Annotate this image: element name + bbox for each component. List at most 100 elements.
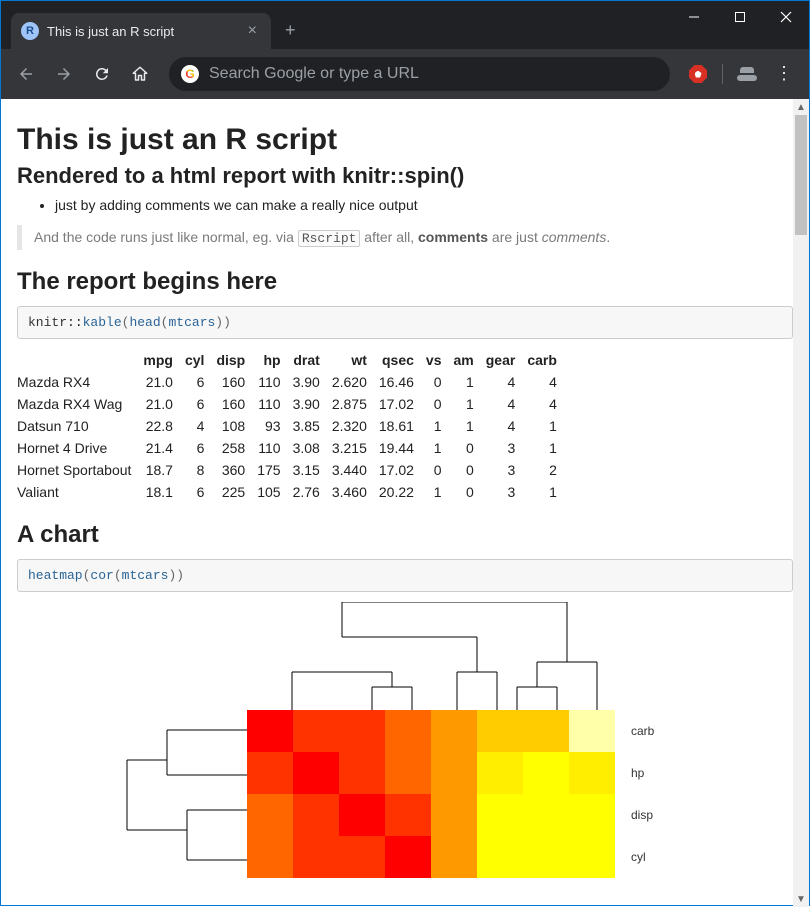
table-cell: 21.4 bbox=[137, 437, 179, 459]
table-header: am bbox=[448, 349, 480, 371]
table-cell: 3.460 bbox=[326, 481, 373, 503]
table-row: Hornet 4 Drive21.462581103.083.21519.441… bbox=[17, 437, 563, 459]
scrollbar-thumb[interactable] bbox=[795, 115, 807, 235]
table-cell: 6 bbox=[179, 393, 210, 415]
table-cell: 6 bbox=[179, 437, 210, 459]
heatmap-cell bbox=[569, 836, 615, 878]
table-cell: 6 bbox=[179, 371, 210, 393]
table-cell: 0 bbox=[420, 371, 448, 393]
scrollbar-track[interactable]: ▲ ▼ bbox=[793, 99, 809, 907]
google-icon: G bbox=[181, 65, 199, 83]
browser-toolbar: G Search Google or type a URL ⋮ bbox=[1, 49, 809, 99]
heatmap-row-label: disp bbox=[623, 794, 654, 836]
table-cell: 4 bbox=[480, 393, 522, 415]
browser-menu-button[interactable]: ⋮ bbox=[775, 70, 793, 77]
heatmap-cell bbox=[431, 794, 477, 836]
table-cell: 18.7 bbox=[137, 459, 179, 481]
table-cell: 21.0 bbox=[137, 393, 179, 415]
page-title: This is just an R script bbox=[17, 123, 793, 157]
table-cell: 2.620 bbox=[326, 371, 373, 393]
scroll-down-arrow-icon[interactable]: ▼ bbox=[793, 891, 809, 907]
bullet-item: just by adding comments we can make a re… bbox=[55, 197, 793, 213]
heatmap-cell bbox=[385, 794, 431, 836]
document-body: This is just an R script Rendered to a h… bbox=[1, 99, 809, 907]
table-cell: 2.76 bbox=[287, 481, 326, 503]
heatmap-cell bbox=[385, 836, 431, 878]
table-cell: 1 bbox=[521, 437, 563, 459]
heatmap-cell bbox=[339, 752, 385, 794]
heatmap-cell bbox=[569, 794, 615, 836]
blockquote: And the code runs just like normal, eg. … bbox=[17, 225, 793, 250]
table-cell: 17.02 bbox=[373, 393, 420, 415]
reload-button[interactable] bbox=[85, 57, 119, 91]
table-cell: 225 bbox=[210, 481, 251, 503]
browser-tab[interactable]: R This is just an R script × bbox=[11, 13, 271, 49]
page-viewport: ▲ ▼ This is just an R script Rendered to… bbox=[1, 99, 809, 907]
mtcars-table: mpgcyldisphpdratwtqsecvsamgearcarb Mazda… bbox=[17, 349, 563, 503]
table-cell: 22.8 bbox=[137, 415, 179, 437]
minimize-button[interactable] bbox=[671, 1, 717, 33]
adblock-extension-icon[interactable] bbox=[688, 64, 708, 84]
heatmap-cell bbox=[477, 752, 523, 794]
table-cell: 0 bbox=[420, 393, 448, 415]
heatmap-cell bbox=[247, 752, 293, 794]
table-cell: 6 bbox=[179, 481, 210, 503]
heatmap-cell bbox=[477, 710, 523, 752]
inline-code: Rscript bbox=[298, 230, 361, 247]
home-button[interactable] bbox=[123, 57, 157, 91]
close-window-button[interactable] bbox=[763, 1, 809, 33]
heatmap-chart: carbhpdispcyl bbox=[17, 602, 777, 882]
table-cell: Valiant bbox=[17, 481, 137, 503]
new-tab-button[interactable]: + bbox=[285, 20, 296, 41]
table-cell: 20.22 bbox=[373, 481, 420, 503]
table-cell: 3 bbox=[480, 459, 522, 481]
scroll-up-arrow-icon[interactable]: ▲ bbox=[793, 99, 809, 115]
close-tab-icon[interactable]: × bbox=[244, 23, 261, 39]
table-cell: 4 bbox=[480, 415, 522, 437]
heatmap-row-label: hp bbox=[623, 752, 654, 794]
incognito-icon[interactable] bbox=[737, 64, 757, 84]
heatmap-row-label: carb bbox=[623, 710, 654, 752]
table-cell: 108 bbox=[210, 415, 251, 437]
table-cell: Datsun 710 bbox=[17, 415, 137, 437]
table-row: Valiant18.162251052.763.46020.221031 bbox=[17, 481, 563, 503]
table-row: Mazda RX4 Wag21.061601103.902.87517.0201… bbox=[17, 393, 563, 415]
table-cell: Mazda RX4 Wag bbox=[17, 393, 137, 415]
table-cell: 18.1 bbox=[137, 481, 179, 503]
forward-button[interactable] bbox=[47, 57, 81, 91]
table-cell: 16.46 bbox=[373, 371, 420, 393]
heatmap-cell bbox=[293, 710, 339, 752]
table-cell: 360 bbox=[210, 459, 251, 481]
table-cell: 4 bbox=[521, 393, 563, 415]
table-cell: 3.90 bbox=[287, 393, 326, 415]
table-cell: 1 bbox=[420, 415, 448, 437]
table-cell: 110 bbox=[251, 437, 286, 459]
section-heading-report: The report begins here bbox=[17, 268, 793, 296]
table-cell: 17.02 bbox=[373, 459, 420, 481]
table-cell: 160 bbox=[210, 393, 251, 415]
heatmap-cell bbox=[293, 836, 339, 878]
browser-titlebar: R This is just an R script × + bbox=[1, 1, 809, 49]
dendrogram-left bbox=[117, 710, 247, 880]
table-header: carb bbox=[521, 349, 563, 371]
heatmap-cell bbox=[523, 710, 569, 752]
maximize-button[interactable] bbox=[717, 1, 763, 33]
table-header: cyl bbox=[179, 349, 210, 371]
table-cell: 3.15 bbox=[287, 459, 326, 481]
table-cell: 0 bbox=[448, 481, 480, 503]
table-cell: Hornet Sportabout bbox=[17, 459, 137, 481]
table-header: qsec bbox=[373, 349, 420, 371]
heatmap-cell bbox=[385, 710, 431, 752]
table-cell: 3.08 bbox=[287, 437, 326, 459]
heatmap-cell bbox=[477, 836, 523, 878]
table-header: hp bbox=[251, 349, 286, 371]
back-button[interactable] bbox=[9, 57, 43, 91]
table-cell: 21.0 bbox=[137, 371, 179, 393]
heatmap-cell bbox=[247, 836, 293, 878]
table-cell: 93 bbox=[251, 415, 286, 437]
table-header: gear bbox=[480, 349, 522, 371]
address-bar[interactable]: G Search Google or type a URL bbox=[169, 57, 670, 91]
table-cell: 2.875 bbox=[326, 393, 373, 415]
table-cell: 175 bbox=[251, 459, 286, 481]
dendrogram-top bbox=[247, 602, 617, 710]
